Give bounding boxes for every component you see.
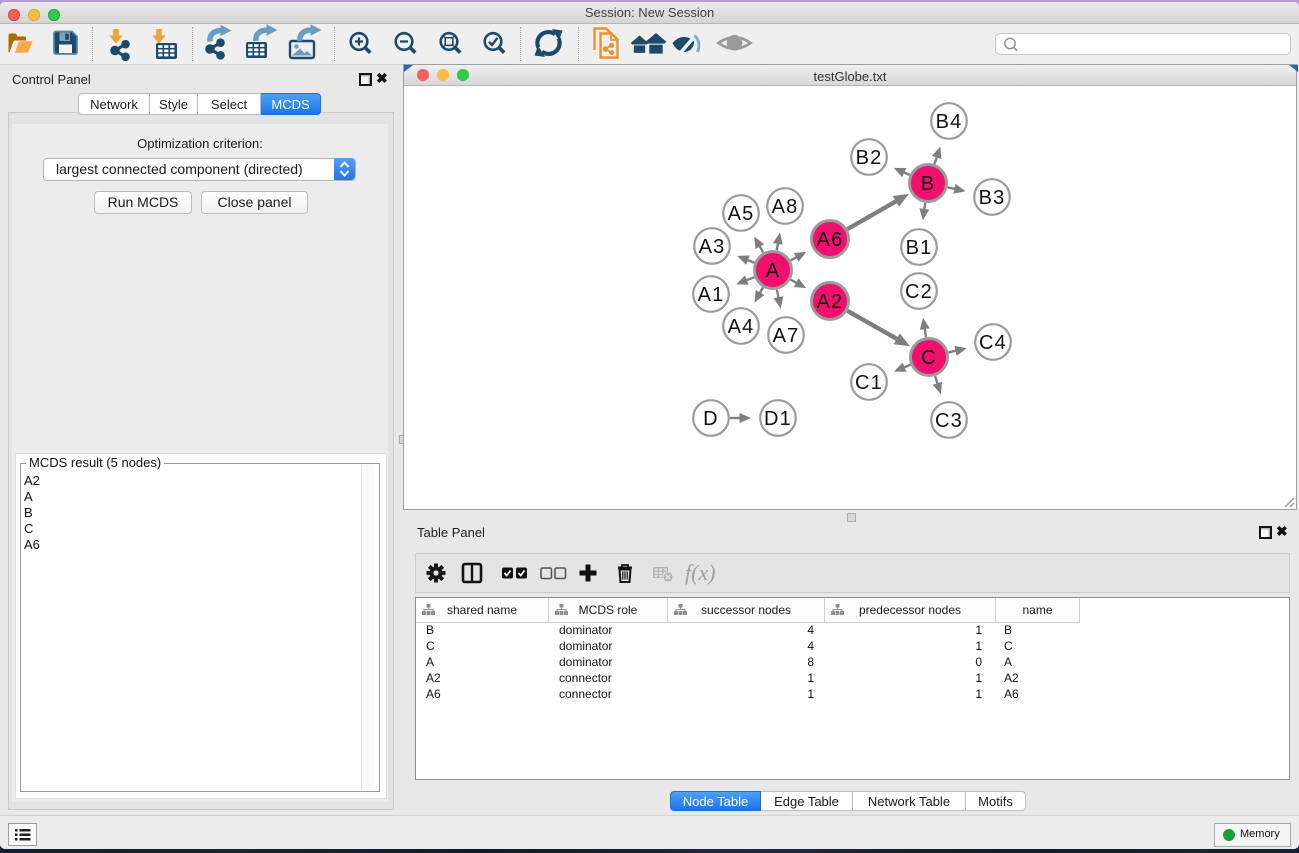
svg-text:C2: C2 [905, 281, 933, 303]
svg-text:B: B [921, 173, 936, 195]
svg-text:C4: C4 [979, 332, 1007, 354]
svg-text:D1: D1 [764, 408, 792, 430]
svg-text:A1: A1 [698, 284, 725, 306]
svg-text:A: A [766, 260, 781, 282]
svg-text:B4: B4 [936, 111, 963, 133]
svg-text:A5: A5 [728, 203, 755, 225]
svg-text:C1: C1 [855, 372, 883, 394]
svg-text:A3: A3 [699, 236, 726, 258]
svg-text:B3: B3 [979, 187, 1006, 209]
svg-text:A8: A8 [772, 196, 799, 218]
svg-text:A4: A4 [728, 316, 755, 338]
svg-text:B1: B1 [906, 237, 933, 259]
svg-text:B2: B2 [856, 147, 883, 169]
svg-text:C: C [921, 347, 937, 369]
svg-text:A6: A6 [817, 229, 844, 251]
svg-text:A2: A2 [817, 291, 844, 313]
svg-text:A7: A7 [773, 325, 800, 347]
svg-text:D: D [703, 408, 719, 430]
svg-text:C3: C3 [935, 410, 963, 432]
